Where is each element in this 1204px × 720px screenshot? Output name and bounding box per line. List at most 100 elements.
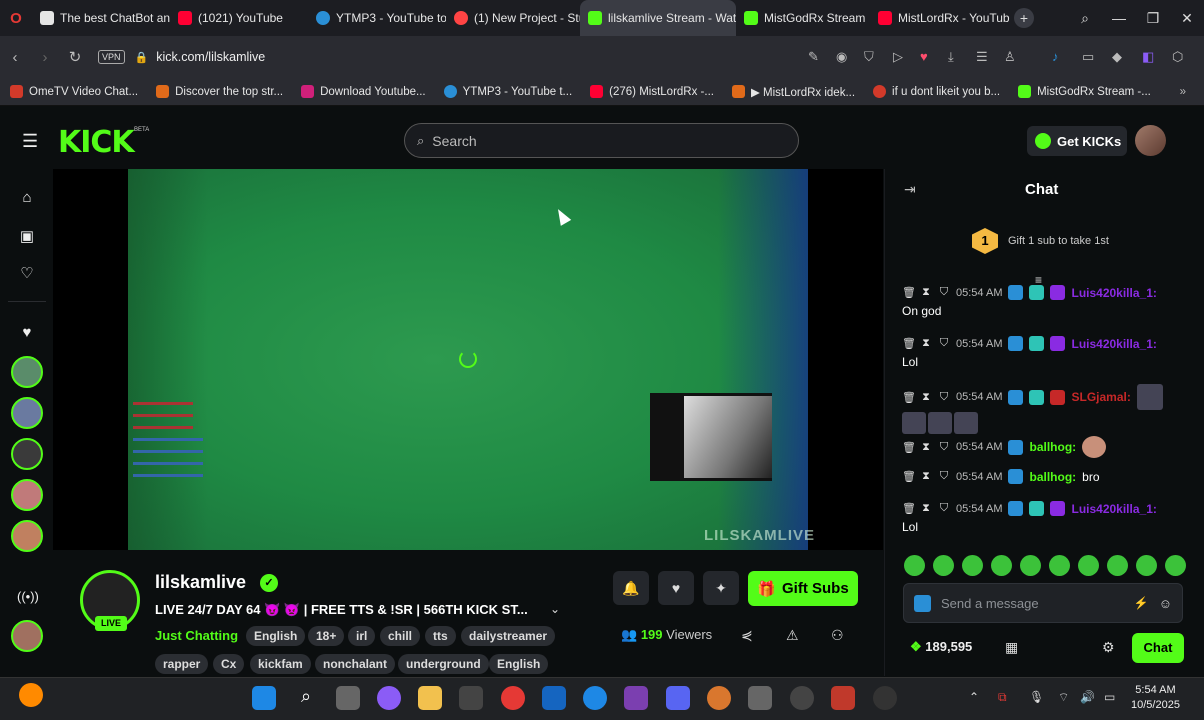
emote-button[interactable] <box>1020 555 1041 576</box>
tray-app-icon[interactable]: ⧉ <box>998 690 1007 705</box>
browser-tab[interactable]: MistLordRx - YouTube <box>870 0 1010 36</box>
wifi-icon[interactable]: ⌔ <box>1058 690 1069 705</box>
delete-icon[interactable]: 🗑 <box>902 286 916 299</box>
get-kicks-button[interactable]: Get KICKs <box>1027 126 1127 156</box>
bookmarks-overflow-icon[interactable]: » <box>1180 86 1186 98</box>
taskbar-clock[interactable]: 5:54 AM 10/5/2025 <box>1131 683 1180 713</box>
shield-icon[interactable]: ⛉ <box>938 286 950 299</box>
camera-icon[interactable]: ◉ <box>836 49 847 65</box>
emote-button[interactable] <box>1136 555 1157 576</box>
copilot-icon[interactable] <box>377 686 401 710</box>
download-icon[interactable]: ⤓ <box>948 49 954 65</box>
gift-subs-button[interactable]: 🎁 Gift Subs <box>748 571 858 606</box>
timeout-icon[interactable]: ⧗ <box>920 391 932 404</box>
emote-button[interactable] <box>1165 555 1186 576</box>
forward-icon[interactable]: › <box>30 49 60 66</box>
app-icon[interactable] <box>707 686 731 710</box>
browser-tab-active[interactable]: lilskamlive Stream - Watc <box>580 0 736 36</box>
back-icon[interactable]: ‹ <box>0 49 30 66</box>
timeout-icon[interactable]: ⧗ <box>920 286 932 299</box>
bookmark[interactable]: Download Youtube... <box>301 85 426 98</box>
app-icon[interactable] <box>790 686 814 710</box>
app-icon[interactable] <box>831 686 855 710</box>
bookmark[interactable]: ▶ MistLordRx idek... <box>731 85 855 99</box>
delete-icon[interactable]: 🗑 <box>902 470 916 483</box>
restore-icon[interactable]: ❐ <box>1136 0 1170 36</box>
task-view-icon[interactable] <box>336 686 360 710</box>
delete-icon[interactable]: 🗑 <box>902 502 916 515</box>
emote-button[interactable] <box>1049 555 1070 576</box>
bookmark[interactable]: (276) MistLordRx -... <box>590 85 714 98</box>
bookmark[interactable]: Discover the top str... <box>156 85 283 98</box>
tag[interactable]: chill <box>380 626 421 646</box>
edit-icon[interactable]: ✎ <box>808 49 819 65</box>
minimize-icon[interactable]: — <box>1102 0 1136 36</box>
tag[interactable]: kickfam <box>250 654 311 674</box>
new-tab-button[interactable]: + <box>1014 8 1034 28</box>
stream-category[interactable]: Just Chatting <box>155 628 238 643</box>
gift-sub-banner[interactable]: 1 Gift 1 sub to take 1st <box>972 228 1109 254</box>
opera-taskbar-icon[interactable] <box>501 686 525 710</box>
chat-username[interactable]: SLGjamal: <box>1071 390 1130 404</box>
file-explorer-icon[interactable] <box>418 686 442 710</box>
chat-username[interactable]: ballhog: <box>1029 440 1076 454</box>
settings-gear-icon[interactable]: ⚙ <box>1102 639 1115 656</box>
timeout-icon[interactable]: ⧗ <box>920 337 932 350</box>
outlook-icon[interactable] <box>542 686 566 710</box>
bookmark[interactable]: OmeTV Video Chat... <box>10 85 138 98</box>
gift-box-icon[interactable]: ▦ <box>1005 639 1018 656</box>
timeout-icon[interactable]: ⧗ <box>920 441 932 454</box>
emoji-icon[interactable]: ☺ <box>1159 596 1172 611</box>
tag[interactable]: 18+ <box>308 626 345 646</box>
edge-icon[interactable] <box>583 686 607 710</box>
delete-icon[interactable]: 🗑 <box>902 441 916 454</box>
collapse-chat-icon[interactable]: ⇥ <box>904 181 916 198</box>
store-icon[interactable] <box>459 686 483 710</box>
tag[interactable]: English <box>489 654 549 674</box>
shield-icon[interactable]: ⛉ <box>938 502 950 515</box>
bookmark[interactable]: if u dont likeit you b... <box>873 85 1000 98</box>
bookmark[interactable]: MistGodRx Stream -... <box>1018 85 1151 98</box>
emote-button[interactable] <box>1107 555 1128 576</box>
followed-channel-avatar[interactable] <box>11 438 43 470</box>
music-icon[interactable]: ♪ <box>1052 49 1059 64</box>
tag[interactable]: English <box>246 626 306 646</box>
following-heart-icon[interactable]: ♡ <box>17 264 37 284</box>
browse-icon[interactable]: ▣ <box>17 227 37 247</box>
tag[interactable]: nonchalant <box>315 654 396 674</box>
delete-icon[interactable]: 🗑 <box>902 337 916 350</box>
browser-tab[interactable]: (1) New Project - Stud <box>446 0 580 36</box>
followed-channel-avatar[interactable] <box>11 356 43 388</box>
chat-message-input[interactable]: Send a message ⚡ ☺ <box>903 583 1183 623</box>
tag[interactable]: irl <box>348 626 376 646</box>
user-avatar[interactable] <box>1135 125 1166 156</box>
send-chat-button[interactable]: Chat <box>1132 633 1184 663</box>
browser-tab[interactable]: The best ChatBot and <box>32 0 170 36</box>
chat-username[interactable]: Luis420killa_1: <box>1071 286 1156 300</box>
tag[interactable]: rapper <box>155 654 209 674</box>
discord-icon[interactable] <box>666 686 690 710</box>
search-input[interactable]: ⌕ Search <box>404 123 799 158</box>
box-icon[interactable]: ⬡ <box>1172 49 1183 65</box>
emote-button[interactable] <box>962 555 983 576</box>
obs-icon[interactable] <box>873 686 897 710</box>
close-icon[interactable]: ✕ <box>1170 0 1204 36</box>
microphone-icon[interactable]: 🎙 <box>1029 690 1044 704</box>
chat-username[interactable]: Luis420killa_1: <box>1071 502 1156 516</box>
tag[interactable]: underground <box>398 654 489 674</box>
delete-icon[interactable]: 🗑 <box>902 391 916 404</box>
tag[interactable]: dailystreamer <box>461 626 556 646</box>
opera-icon[interactable]: O <box>0 10 32 27</box>
notification-bell-icon[interactable]: 🔔 <box>613 571 649 605</box>
timeout-icon[interactable]: ⧗ <box>920 470 932 483</box>
follow-heart-icon[interactable]: ♥ <box>658 571 694 605</box>
recommended-channel-avatar[interactable] <box>11 620 43 652</box>
followed-channel-avatar[interactable] <box>11 397 43 429</box>
shield-icon[interactable]: ⛉ <box>938 441 950 454</box>
browser-tab[interactable]: (1021) YouTube <box>170 0 308 36</box>
sparkle-icon[interactable]: ✦ <box>703 571 739 605</box>
emote-button[interactable] <box>904 555 925 576</box>
report-icon[interactable]: ⚠ <box>786 627 799 644</box>
tag[interactable]: Cx <box>213 654 245 674</box>
search-tabs-icon[interactable]: ⌕ <box>1068 0 1102 36</box>
